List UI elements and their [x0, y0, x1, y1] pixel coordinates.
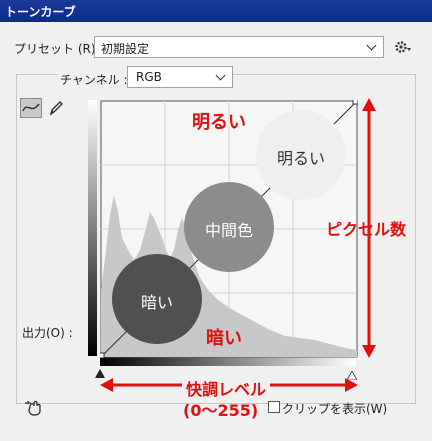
bright-circle-label: 明るい — [276, 149, 325, 168]
channel-value: RGB — [136, 70, 162, 84]
clip-checkbox[interactable] — [268, 401, 280, 413]
chevron-down-icon — [215, 70, 226, 81]
preset-select[interactable]: 初期設定 — [94, 36, 384, 58]
curve-point-highlight[interactable] — [352, 100, 358, 105]
output-label: 出力(O) : — [22, 326, 73, 340]
vertical-arrow — [362, 98, 376, 358]
channel-label: チャンネル : — [58, 71, 130, 88]
input-gradient-bar — [100, 357, 356, 366]
dark-circle-label: 暗い — [140, 293, 173, 312]
output-gradient-bar — [88, 100, 97, 356]
curve-tool-icon[interactable] — [20, 98, 42, 118]
pencil-icon[interactable] — [46, 98, 66, 118]
midtone-circle: 中間色 — [184, 182, 274, 272]
preset-label: プリセット (R) : — [14, 42, 104, 56]
curve-point-shadow[interactable] — [100, 352, 105, 358]
title-bar: トーンカーブ — [0, 0, 432, 22]
target-adjust-icon[interactable] — [22, 397, 46, 417]
dark-circle: 暗い — [112, 254, 202, 344]
preset-value: 初期設定 — [101, 42, 150, 56]
clip-label: クリップを表示(W) — [282, 402, 388, 416]
window-title: トーンカーブ — [5, 5, 76, 19]
annotation-bright: 明るい — [192, 112, 246, 133]
annotation-tone-range: (0〜255) — [183, 401, 259, 420]
gear-icon[interactable] — [393, 38, 413, 56]
annotation-dark: 暗い — [206, 328, 242, 349]
midtone-circle-label: 中間色 — [204, 221, 253, 240]
chevron-down-icon — [366, 40, 377, 51]
channel-select[interactable]: RGB — [127, 66, 233, 88]
bright-circle: 明るい — [256, 110, 346, 200]
